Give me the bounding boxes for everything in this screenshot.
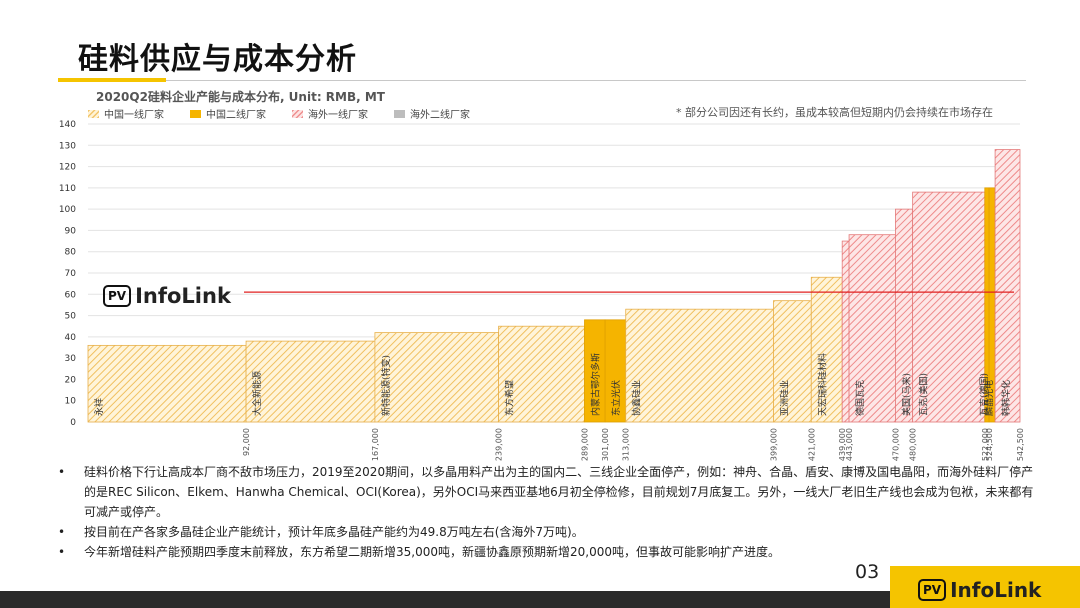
- bar: [87, 344, 247, 423]
- x-tick-label: 313,000: [622, 428, 631, 461]
- y-tick-label: 20: [65, 375, 77, 385]
- bullet-list: 硅料价格下行让高成本厂商不敌市场压力，2019至2020期间，以多晶用料产出为主…: [58, 462, 1038, 562]
- x-tick-label: 524,500: [985, 428, 994, 461]
- bar-label: 麟晶光电: [983, 380, 995, 416]
- y-tick-label: 0: [70, 418, 76, 428]
- x-tick-label: 301,000: [601, 428, 610, 461]
- y-tick-label: 40: [65, 333, 77, 343]
- bar-label: 大全新能源: [251, 371, 263, 416]
- bar-label: 东立光伏: [610, 380, 622, 416]
- bar: [841, 240, 850, 423]
- y-tick-label: 50: [65, 312, 77, 322]
- x-tick-label: 399,000: [769, 428, 778, 461]
- x-tick-label: 289,000: [580, 428, 589, 461]
- bar-label: 新特能源(特变): [380, 355, 392, 416]
- bullet-item: 按目前在产各家多晶硅企业产能统计，预计年底多晶硅产能约为49.8万吨左右(含海外…: [58, 522, 1038, 542]
- y-tick-label: 120: [59, 163, 76, 173]
- x-tick-label: 542,500: [1016, 428, 1025, 461]
- logo-text: InfoLink: [950, 578, 1042, 602]
- bar-label: 东方希望: [504, 380, 516, 416]
- pv-logo-icon: PV: [103, 285, 132, 307]
- bar-label: 内蒙古鄂尔多斯: [589, 353, 601, 416]
- bar-label: 瓦克(美国): [918, 373, 930, 416]
- x-tick-label: 167,000: [371, 428, 380, 461]
- y-tick-label: 100: [59, 205, 76, 215]
- page-number: 03: [855, 561, 880, 583]
- bar-label: 协鑫硅业: [631, 380, 643, 416]
- bar-label: 天宏瑞科硅材料: [816, 353, 828, 416]
- bar-label: 韩韩华化: [1000, 380, 1012, 416]
- x-tick-label: 92,000: [242, 428, 251, 456]
- x-tick-label: 470,000: [891, 428, 900, 461]
- y-tick-label: 30: [65, 354, 77, 364]
- x-tick-label: 239,000: [495, 428, 504, 461]
- bullet-item: 硅料价格下行让高成本厂商不敌市场压力，2019至2020期间，以多晶用料产出为主…: [58, 462, 1038, 522]
- infolink-chart-logo: PV InfoLink: [103, 284, 231, 308]
- bar: [245, 340, 376, 423]
- pv-logo-icon: PV: [918, 579, 947, 601]
- y-tick-label: 80: [65, 248, 77, 258]
- bar: [374, 332, 499, 423]
- y-tick-label: 60: [65, 290, 77, 300]
- y-tick-label: 10: [65, 397, 77, 407]
- y-tick-label: 140: [59, 120, 76, 130]
- bar-label: 德国瓦克: [854, 380, 866, 416]
- y-tick-label: 90: [65, 226, 77, 236]
- y-axis-ticks: 0 10 20 30 40 50 60 70 80 90 100 110 120 130 140: [59, 120, 76, 428]
- infolink-footer-logo: PV InfoLink: [918, 578, 1041, 602]
- bar-label: 亚洲硅业: [778, 380, 790, 416]
- y-tick-label: 70: [65, 269, 77, 279]
- y-tick-label: 110: [59, 184, 76, 194]
- bullet-item: 今年新增硅料产能预期四季度末前释放，东方希望二期新增35,000吨，新疆协鑫原预…: [58, 542, 1038, 562]
- x-tick-label: 443,000: [845, 428, 854, 461]
- bar-label: 美国(马来): [900, 373, 912, 416]
- bar-label: 永祥: [93, 398, 105, 416]
- x-tick-label: 480,000: [909, 428, 918, 461]
- y-tick-label: 130: [59, 141, 76, 151]
- bar: [773, 300, 812, 423]
- x-tick-label: 421,000: [807, 428, 816, 461]
- cost-curve-chart: 0 10 20 30 40 50 60 70 80 90 100 110 120 130 140 永祥 大全新…: [59, 120, 1025, 461]
- bar: [625, 308, 774, 423]
- logo-text: InfoLink: [135, 284, 231, 308]
- x-axis-ticks: 92,000 167,000 239,000 289,000 301,000 313,00…: [242, 428, 1025, 461]
